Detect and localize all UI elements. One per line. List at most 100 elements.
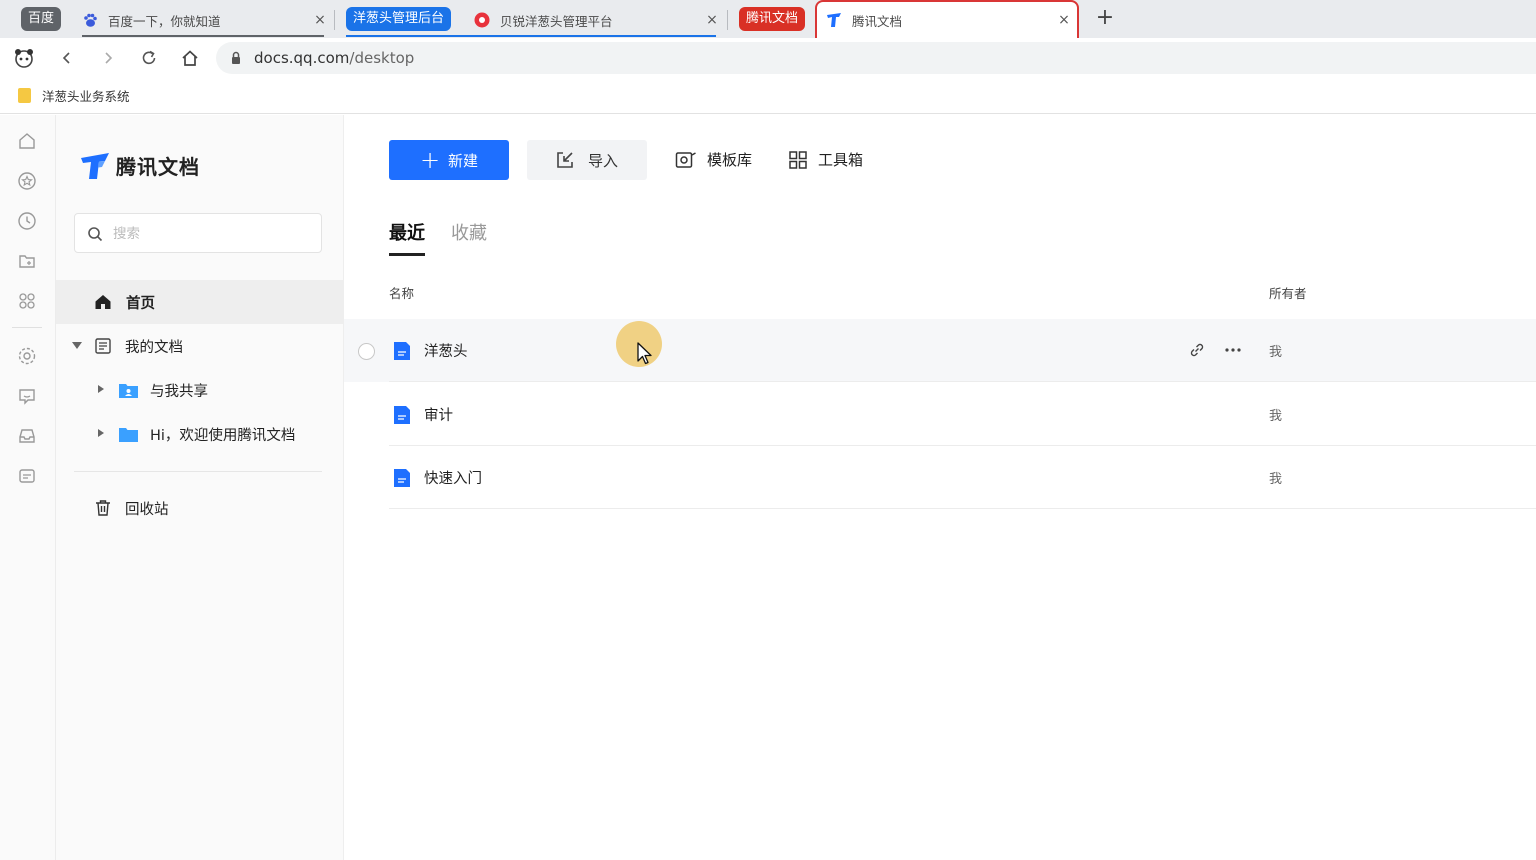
file-row[interactable]: 洋葱头 我	[344, 319, 1536, 382]
share-link-icon[interactable]	[1187, 340, 1207, 360]
nav-welcome-folder-label: Hi，欢迎使用腾讯文档	[150, 427, 296, 444]
back-button[interactable]	[56, 47, 78, 69]
main-content: + 新建 导入 模板库 工具箱 最近 收藏 名称 所有者 洋葱头 我 审计 我 …	[344, 115, 1536, 860]
import-icon	[557, 152, 573, 168]
lock-icon	[232, 51, 240, 64]
tab-favorites[interactable]: 收藏	[451, 219, 487, 255]
tab-close-icon[interactable]: ×	[1056, 12, 1072, 28]
nav-trash[interactable]: 回收站	[56, 486, 344, 530]
nav-shared-with-me[interactable]: 与我共享	[56, 368, 344, 412]
tab-close-icon[interactable]: ×	[704, 12, 720, 28]
nav-trash-label: 回收站	[125, 501, 169, 518]
home-icon	[95, 295, 111, 309]
tencent-docs-logo-icon	[827, 13, 841, 27]
doc-file-icon	[394, 406, 410, 424]
tab-group-underline	[346, 35, 716, 37]
import-button[interactable]: 导入	[527, 140, 647, 180]
nav-home[interactable]: 首页	[56, 280, 344, 324]
shared-folder-icon	[119, 384, 138, 398]
tab-separator	[727, 10, 728, 30]
file-name[interactable]: 快速入门	[424, 467, 482, 488]
more-options-icon[interactable]	[1223, 340, 1243, 360]
baidu-paw-icon	[84, 13, 97, 27]
search-input[interactable]	[113, 223, 303, 245]
bookmark-item[interactable]: 洋葱头业务系统	[18, 86, 130, 105]
rail-settings-gear-icon[interactable]	[17, 346, 37, 366]
toolbox-label: 工具箱	[818, 151, 864, 169]
file-name[interactable]: 洋葱头	[424, 340, 468, 361]
brand-name: 腾讯文档	[116, 155, 200, 179]
row-select-radio[interactable]	[358, 343, 375, 360]
bookmark-label: 洋葱头业务系统	[42, 89, 130, 104]
collapse-caret-icon[interactable]	[98, 385, 104, 393]
tab-oray-platform[interactable]: 贝锐洋葱头管理平台 ×	[474, 6, 720, 34]
nav-my-docs[interactable]: 我的文档	[56, 324, 344, 368]
rail-star-icon[interactable]	[17, 171, 37, 191]
url-host: docs.qq.com	[254, 49, 350, 67]
tab-group-tencent-docs[interactable]: 腾讯文档	[739, 7, 806, 31]
doc-file-icon	[394, 342, 410, 360]
column-header-owner[interactable]: 所有者	[1269, 283, 1307, 302]
rail-card-icon[interactable]	[17, 466, 37, 486]
rail-chat-icon[interactable]	[17, 386, 37, 406]
home-button[interactable]	[179, 47, 201, 69]
tencent-docs-app: 腾讯文档 首页 我的文档 与我共享 Hi，欢迎使用腾讯文档	[0, 115, 1536, 860]
rail-apps-icon[interactable]	[17, 291, 37, 311]
tab-baidu[interactable]: 百度一下，你就知道 ×	[82, 6, 328, 34]
rail-divider	[12, 327, 42, 328]
url-path: /desktop	[349, 49, 415, 67]
file-row[interactable]: 审计 我	[344, 383, 1536, 446]
tab-tencent-docs[interactable]: 腾讯文档 ×	[826, 6, 1072, 34]
nav-home-label: 首页	[126, 295, 155, 312]
tab-title: 百度一下，你就知道	[108, 13, 221, 29]
browser-tab-strip: 百度 百度一下，你就知道 × 洋葱头管理后台 贝锐洋葱头管理平台 × 腾讯文档 …	[0, 0, 1536, 38]
templates-link[interactable]: 模板库	[675, 149, 752, 170]
forward-button[interactable]	[97, 47, 119, 69]
file-name[interactable]: 审计	[424, 404, 453, 425]
collapse-caret-icon[interactable]	[98, 429, 104, 437]
doc-file-icon	[394, 469, 410, 487]
expand-caret-icon[interactable]	[72, 342, 82, 349]
tab-group-yangcongtou[interactable]: 洋葱头管理后台	[346, 7, 452, 31]
file-owner: 我	[1269, 472, 1283, 487]
tab-group-underline	[82, 35, 324, 37]
import-button-label: 导入	[587, 151, 618, 170]
address-bar[interactable]: docs.qq.com/desktop	[216, 42, 1536, 74]
oray-logo-icon	[474, 12, 490, 28]
icon-rail	[0, 115, 56, 860]
search-icon	[88, 227, 103, 242]
tab-close-icon[interactable]: ×	[312, 12, 328, 28]
rail-recent-clock-icon[interactable]	[17, 211, 37, 231]
tab-title: 贝锐洋葱头管理平台	[500, 13, 613, 29]
new-button[interactable]: + 新建	[389, 140, 509, 180]
file-row[interactable]: 快速入门 我	[344, 446, 1536, 509]
row-divider	[389, 381, 1536, 382]
reload-button[interactable]	[138, 47, 160, 69]
tab-title: 腾讯文档	[852, 13, 903, 29]
toolbox-link[interactable]: 工具箱	[788, 149, 863, 170]
search-box[interactable]	[74, 213, 322, 253]
toolbox-grid-icon	[789, 150, 807, 169]
rail-inbox-icon[interactable]	[17, 426, 37, 446]
tab-recent[interactable]: 最近	[389, 219, 425, 256]
nav-shared-label: 与我共享	[150, 383, 208, 400]
browser-logo-icon[interactable]	[13, 47, 35, 69]
rail-shared-folder-icon[interactable]	[17, 251, 37, 271]
sidebar-divider	[74, 471, 322, 472]
folder-icon	[119, 428, 138, 442]
nav-welcome-folder[interactable]: Hi，欢迎使用腾讯文档	[56, 412, 344, 456]
column-header-name[interactable]: 名称	[389, 283, 414, 302]
my-docs-icon	[95, 338, 111, 354]
tencent-docs-logo-icon	[81, 152, 109, 179]
file-owner: 我	[1269, 409, 1283, 424]
bookmark-folder-icon	[18, 88, 31, 103]
rail-home-icon[interactable]	[17, 131, 37, 151]
template-icon	[675, 151, 696, 168]
plus-icon: +	[419, 146, 441, 174]
brand-logo[interactable]: 腾讯文档	[80, 151, 200, 180]
sidebar: 腾讯文档 首页 我的文档 与我共享 Hi，欢迎使用腾讯文档	[56, 115, 344, 860]
trash-icon	[96, 500, 110, 516]
tab-group-baidu[interactable]: 百度	[21, 7, 62, 31]
new-button-label: 新建	[448, 151, 479, 170]
new-tab-button[interactable]: +	[1094, 7, 1116, 30]
